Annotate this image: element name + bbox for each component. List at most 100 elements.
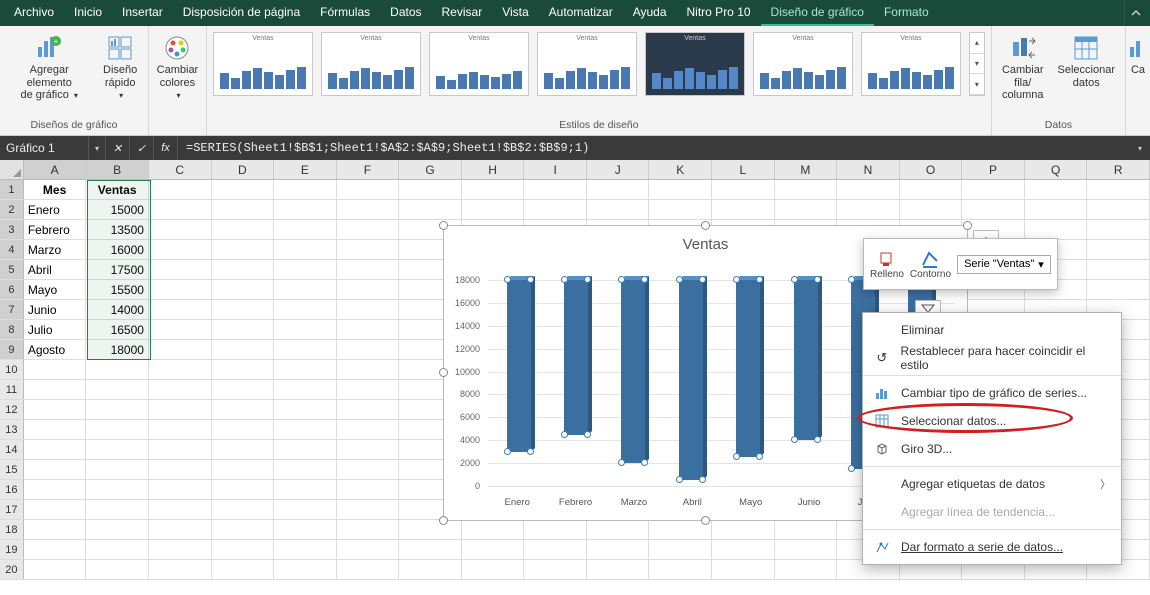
cell[interactable] [86,420,149,440]
cell[interactable] [24,540,87,560]
cell[interactable] [212,420,275,440]
name-box-dropdown[interactable]: ▾ [88,136,106,160]
cell[interactable] [775,200,838,220]
column-header[interactable]: L [712,160,775,179]
cell[interactable] [274,300,337,320]
cell[interactable] [212,180,275,200]
cell[interactable] [212,520,275,540]
cell[interactable] [712,180,775,200]
cell[interactable] [649,200,712,220]
cell[interactable] [212,560,275,580]
cell[interactable] [524,520,587,540]
menu-datos[interactable]: Datos [380,0,431,26]
cell[interactable] [149,500,212,520]
cell[interactable] [24,360,87,380]
cell[interactable] [462,540,525,560]
formula-expand-icon[interactable]: ▾ [1130,144,1150,153]
row-header[interactable]: 3 [0,220,24,239]
cell[interactable] [212,500,275,520]
cell[interactable] [212,300,275,320]
row-header[interactable]: 16 [0,480,24,499]
cell[interactable]: Enero [24,200,87,220]
cell[interactable] [212,320,275,340]
cell[interactable] [1087,240,1150,260]
cell[interactable] [1087,220,1150,240]
cell[interactable] [337,480,400,500]
cell[interactable] [587,200,650,220]
accept-formula-icon[interactable]: ✓ [130,136,154,160]
cell[interactable] [399,540,462,560]
cell[interactable] [712,560,775,580]
cell[interactable] [274,220,337,240]
resize-handle[interactable] [701,221,710,230]
select-all-corner[interactable] [0,160,24,179]
cell[interactable]: Marzo [24,240,87,260]
cell[interactable] [212,220,275,240]
column-header[interactable]: B [86,160,149,179]
menu-formato[interactable]: Formato [874,0,939,26]
cell[interactable] [212,540,275,560]
cancel-formula-icon[interactable]: ✕ [106,136,130,160]
row-header[interactable]: 15 [0,460,24,479]
fill-button[interactable]: Relleno [870,249,904,280]
cell[interactable] [149,320,212,340]
cell[interactable] [149,440,212,460]
cell[interactable] [274,560,337,580]
column-header[interactable]: Q [1025,160,1088,179]
column-header[interactable]: P [962,160,1025,179]
column-header[interactable]: F [337,160,400,179]
cell[interactable] [337,180,400,200]
spreadsheet-grid[interactable]: ABCDEFGHIJKLMNOPQR 1MesVentas2Enero15000… [0,160,1150,595]
cell[interactable] [649,540,712,560]
cell[interactable] [1087,260,1150,280]
cell[interactable] [86,400,149,420]
cell[interactable] [149,220,212,240]
cell[interactable] [86,540,149,560]
menu-insertar[interactable]: Insertar [112,0,173,26]
cell[interactable] [962,180,1025,200]
cell[interactable] [86,500,149,520]
column-header[interactable]: M [775,160,838,179]
chart-style-thumb[interactable]: Ventas [321,32,421,96]
fx-icon[interactable]: fx [154,136,178,160]
cell[interactable] [24,560,87,580]
menu-vista[interactable]: Vista [492,0,538,26]
cell[interactable]: Abril [24,260,87,280]
column-header[interactable]: E [274,160,337,179]
cell[interactable] [649,180,712,200]
cell[interactable] [337,400,400,420]
cell[interactable]: 16500 [86,320,149,340]
row-header[interactable]: 18 [0,520,24,539]
ctx-add-data-labels[interactable]: Agregar etiquetas de datos〉 [863,470,1121,498]
cell[interactable] [149,340,212,360]
cell[interactable] [399,180,462,200]
cell[interactable] [462,520,525,540]
cell[interactable]: 15500 [86,280,149,300]
chart-bar[interactable] [549,280,606,486]
name-box[interactable] [0,136,88,160]
cell[interactable] [149,280,212,300]
series-selector[interactable]: Serie "Ventas"▾ [957,255,1051,274]
cell[interactable] [399,520,462,540]
column-header[interactable]: G [399,160,462,179]
cell[interactable] [1025,200,1088,220]
row-header[interactable]: 4 [0,240,24,259]
cell[interactable] [712,520,775,540]
cell[interactable] [337,560,400,580]
cell[interactable] [149,400,212,420]
row-header[interactable]: 7 [0,300,24,319]
chart-bar[interactable] [779,280,836,486]
formula-input[interactable]: =SERIES(Sheet1!$B$1;Sheet1!$A$2:$A$9;She… [178,141,1130,155]
cell[interactable] [587,560,650,580]
column-header[interactable]: R [1087,160,1150,179]
cell[interactable]: Julio [24,320,87,340]
cell[interactable] [587,180,650,200]
context-menu[interactable]: Eliminar ↺Restablecer para hacer coincid… [862,312,1122,565]
cell[interactable] [212,200,275,220]
column-header[interactable]: N [837,160,900,179]
ctx-delete[interactable]: Eliminar [863,316,1121,344]
switch-row-column-button[interactable]: Cambiar fila/ columna [998,32,1048,104]
cell[interactable] [274,240,337,260]
chart-style-thumb[interactable]: Ventas [753,32,853,96]
cell[interactable] [274,500,337,520]
